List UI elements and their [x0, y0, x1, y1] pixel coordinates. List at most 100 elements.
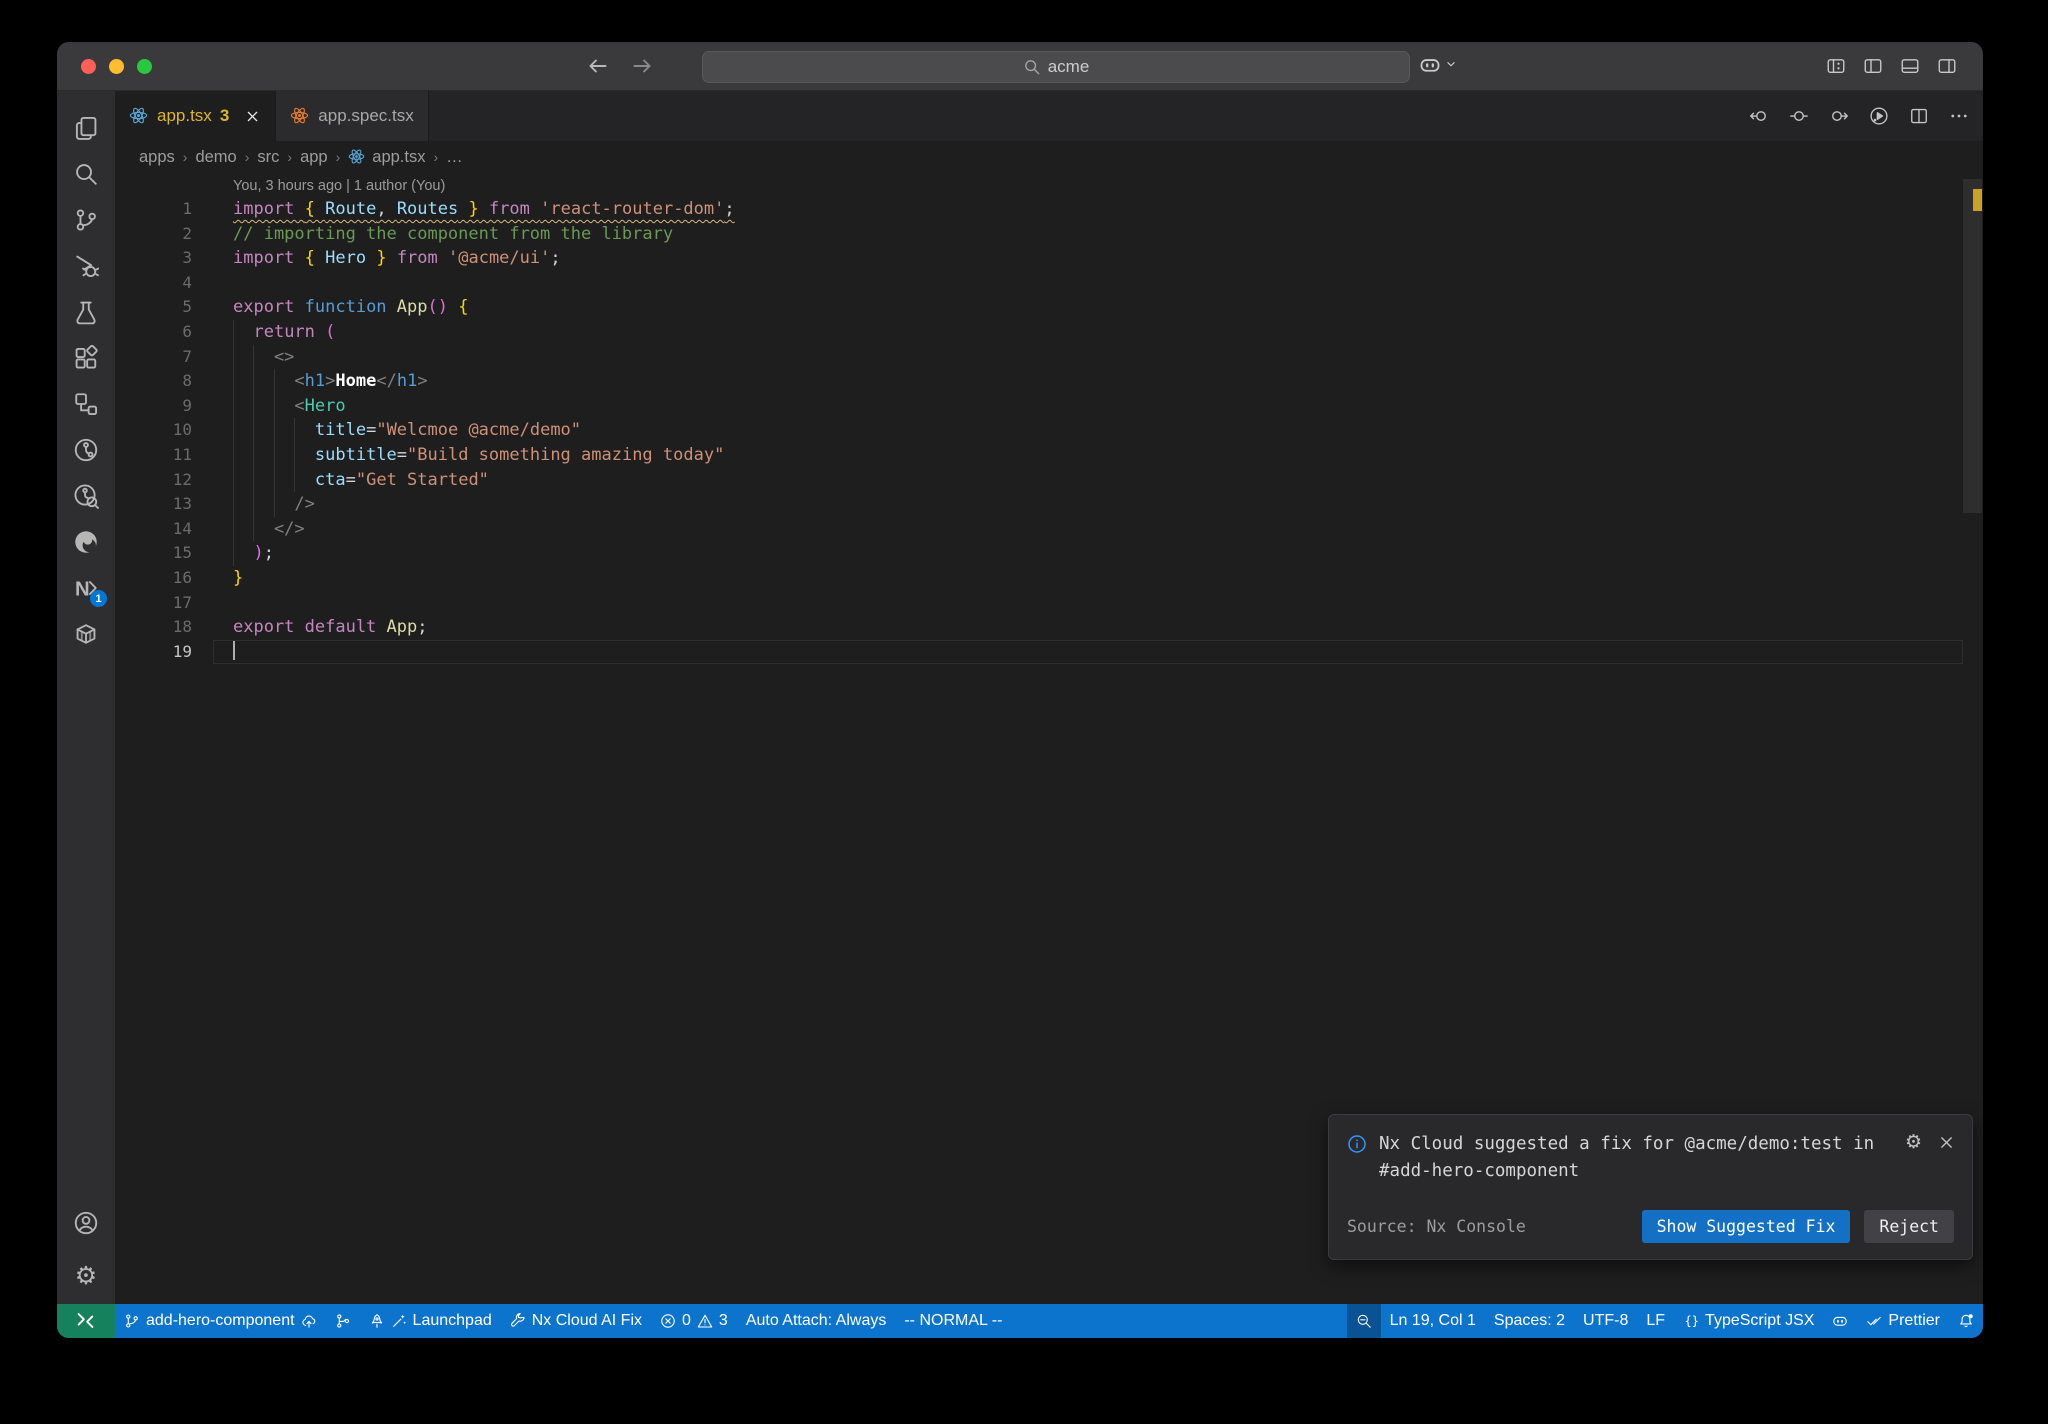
activity-item-nx[interactable]: N1 [63, 565, 109, 611]
tab-app.tsx[interactable]: app.tsx 3 [115, 91, 277, 141]
notification-toast: Nx Cloud suggested a fix for @acme/demo:… [1328, 1114, 1973, 1260]
status-text: Ln 19, Col 1 [1389, 1312, 1476, 1329]
rocket-icon [369, 1313, 385, 1329]
activity-item-settings[interactable]: ⚙ [63, 1252, 109, 1298]
line-number: 16 [172, 567, 192, 587]
git-branch-icon [124, 1313, 140, 1329]
tab-problem-badge: 3 [219, 106, 230, 125]
code-line-12: 12 cta="Get Started" [115, 468, 1983, 493]
code-line-10: 10 title="Welcmoe @acme/demo" [115, 418, 1983, 443]
react-icon [129, 106, 149, 126]
activity-item-explorer[interactable] [63, 105, 109, 151]
nav-forward-icon[interactable] [1829, 106, 1849, 126]
panel-right-icon[interactable] [1937, 56, 1957, 76]
notification-settings-gear-icon[interactable]: ⚙ [1905, 1131, 1922, 1153]
activity-item-branch-search[interactable] [63, 473, 109, 519]
activity-item-search[interactable] [63, 151, 109, 197]
encoding-status[interactable]: UTF-8 [1574, 1304, 1637, 1338]
breadcrumb-item[interactable]: apps [139, 148, 175, 167]
editor-scrollbar[interactable] [1963, 179, 1982, 513]
copilot-icon [1419, 54, 1441, 76]
breadcrumb-item[interactable]: src [257, 148, 279, 167]
line-number: 10 [172, 420, 192, 440]
code-line-19: 19 [115, 639, 1983, 665]
activity-item-circle-branch[interactable] [63, 427, 109, 473]
branch-status[interactable]: add-hero-component [115, 1304, 326, 1338]
activity-badge: 1 [90, 590, 107, 607]
show-suggested-fix-button[interactable]: Show Suggested Fix [1641, 1210, 1851, 1243]
zoom-out-icon [1356, 1313, 1372, 1329]
history-forward-button[interactable] [631, 55, 653, 77]
git-graph-status[interactable] [326, 1304, 360, 1338]
indent-guide [233, 320, 234, 566]
eol-status[interactable]: LF [1637, 1304, 1674, 1338]
breadcrumb-item[interactable]: app [300, 148, 328, 167]
activity-item-run-debug[interactable] [63, 243, 109, 289]
breadcrumb-item[interactable]: demo [195, 148, 236, 167]
nx-cloud-ai-fix-status[interactable]: Nx Cloud AI Fix [501, 1304, 651, 1338]
code-editor[interactable]: You, 3 hours ago | 1 author (You) 1 impor… [115, 173, 1983, 1304]
git-graph-icon [335, 1313, 351, 1329]
traffic-lights [81, 58, 152, 74]
code-line-18: 18 export default App; [115, 615, 1983, 640]
prettier-status[interactable]: Prettier [1857, 1304, 1949, 1338]
copilot-menu[interactable] [1419, 54, 1460, 76]
remote-indicator[interactable] [57, 1304, 115, 1338]
breadcrumb-file[interactable]: app.tsx [348, 148, 425, 167]
status-text: Prettier [1888, 1312, 1940, 1329]
more-icon[interactable] [1949, 106, 1969, 126]
minimize-window-button[interactable] [109, 58, 124, 74]
tab-label: app.spec.tsx [318, 106, 414, 125]
code-line-16: 16} [115, 566, 1983, 591]
activity-item-edge[interactable] [63, 519, 109, 565]
tab-app.spec.tsx[interactable]: app.spec.tsx [276, 91, 429, 141]
vim-mode-status[interactable]: -- NORMAL -- [895, 1304, 1011, 1338]
notifications-bell[interactable] [1949, 1304, 1983, 1338]
close-window-button[interactable] [81, 58, 96, 74]
tab-close-icon[interactable] [243, 107, 261, 125]
activity-item-container[interactable] [63, 611, 109, 657]
layout-controls [1826, 56, 1957, 76]
nav-dot-icon[interactable] [1789, 106, 1809, 126]
braces-icon: {} [1683, 1313, 1699, 1329]
status-text: Launchpad [412, 1312, 492, 1329]
editor-actions [1749, 91, 1969, 141]
screencast-zoom-status[interactable] [1346, 1304, 1381, 1338]
panel-left-icon[interactable] [1863, 56, 1883, 76]
line-number: 5 [182, 297, 192, 317]
panel-bottom-icon[interactable] [1900, 56, 1920, 76]
status-text: LF [1646, 1312, 1666, 1329]
activity-item-extensions[interactable] [63, 335, 109, 381]
language-status[interactable]: {} TypeScript JSX [1674, 1304, 1823, 1338]
activity-item-testing[interactable] [63, 289, 109, 335]
activity-item-dependency-graph[interactable] [63, 381, 109, 427]
indentation-status[interactable]: Spaces: 2 [1485, 1304, 1574, 1338]
launchpad-status[interactable]: Launchpad [360, 1304, 501, 1338]
notification-close-icon[interactable] [1938, 1134, 1954, 1150]
zoom-window-button[interactable] [137, 58, 152, 74]
status-text: Spaces: 2 [1493, 1312, 1566, 1329]
reject-button[interactable]: Reject [1864, 1210, 1954, 1243]
run-circle-icon[interactable] [1869, 106, 1889, 126]
command-center-search[interactable]: acme [702, 51, 1410, 83]
history-back-button[interactable] [587, 55, 609, 77]
react-icon [290, 106, 310, 126]
indent-guide [294, 418, 296, 493]
layout-customize-icon[interactable] [1826, 56, 1846, 76]
overview-ruler-warning-mark [1973, 189, 1982, 211]
command-center-text: acme [1047, 57, 1090, 76]
line-number: 6 [182, 321, 192, 341]
breadcrumb-symbol[interactable]: … [446, 148, 463, 167]
nav-back-icon[interactable] [1749, 106, 1769, 126]
cursor-position-status[interactable]: Ln 19, Col 1 [1381, 1304, 1485, 1338]
status-text: 0 [682, 1312, 691, 1329]
activity-item-source-control[interactable] [63, 197, 109, 243]
copilot-status[interactable] [1823, 1304, 1857, 1338]
activity-item-account[interactable] [63, 1200, 109, 1246]
check-double-icon [1866, 1313, 1882, 1329]
auto-attach-status[interactable]: Auto Attach: Always [737, 1304, 896, 1338]
split-editor-icon[interactable] [1909, 106, 1929, 126]
status-text: add-hero-component [146, 1312, 295, 1329]
error-icon [660, 1313, 676, 1329]
problems-status[interactable]: 03 [651, 1304, 737, 1338]
